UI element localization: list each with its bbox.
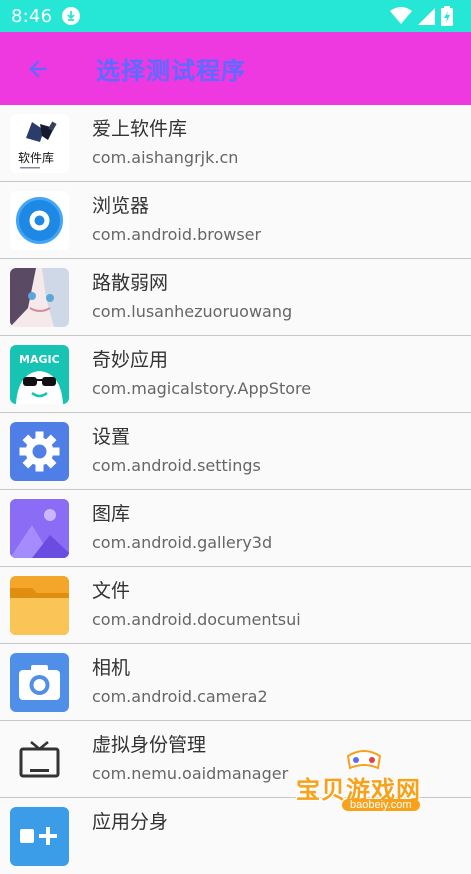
gallery-icon [10,499,69,558]
download-icon [62,7,81,25]
app-name: 应用分身 [92,811,169,833]
aishang-icon-label: 软件库 [18,150,54,165]
gamepad-icon [346,750,382,770]
app-package: com.nemu.oaidmanager [92,764,289,783]
browser-icon [10,191,69,250]
status-time: 8:46 [11,5,53,27]
tv-icon [10,730,69,789]
app-name: 相机 [92,657,131,679]
magic-icon: MAGIC [10,345,69,404]
anime-avatar-icon [10,268,69,327]
wifi-icon [390,7,412,29]
list-item[interactable]: 图库 com.android.gallery3d [0,490,471,567]
app-name: 虚拟身份管理 [92,734,207,756]
app-package: com.android.gallery3d [92,533,273,552]
settings-gear-icon [10,422,69,481]
app-name: 浏览器 [92,195,150,217]
list-item[interactable]: 路散弱网 com.lusanhezuoruowang [0,259,471,336]
arrow-back-icon [29,59,47,78]
list-item[interactable]: 设置 com.android.settings [0,413,471,490]
folder-icon [10,576,69,635]
app-package: com.aishangrjk.cn [92,148,239,167]
app-package: com.android.camera2 [92,687,268,706]
battery-icon [441,6,453,30]
app-package: com.lusanhezuoruowang [92,302,293,321]
status-bar: 8:46 [0,0,471,32]
app-name: 文件 [92,580,131,602]
app-name: 图库 [92,503,131,525]
back-button[interactable] [14,45,62,93]
page-title: 选择测试程序 [96,57,246,85]
app-package: com.android.documentsui [92,610,301,629]
list-item[interactable]: 文件 com.android.documentsui [0,567,471,644]
aishang-icon: 软件库 [10,114,69,173]
camera-icon [10,653,69,712]
list-item[interactable]: 浏览器 com.android.browser [0,182,471,259]
list-item[interactable]: 软件库 爱上软件库 com.aishangrjk.cn [0,105,471,182]
app-name: 奇妙应用 [92,349,169,371]
watermark-url: baobeiy.com [342,799,420,811]
list-item[interactable]: MAGIC 奇妙应用 com.magicalstory.AppStore [0,336,471,413]
app-bar: 选择测试程序 [0,32,471,105]
app-name: 路散弱网 [92,272,169,294]
app-name: 爱上软件库 [92,118,188,140]
app-package: com.magicalstory.AppStore [92,379,312,398]
list-item[interactable]: 相机 com.android.camera2 [0,644,471,721]
app-package: com.android.settings [92,456,261,475]
magic-icon-label: MAGIC [19,353,60,366]
watermark-logo: 宝贝游戏网 baobeiy.com [296,748,436,820]
app-name: 设置 [92,426,131,448]
signal-icon [418,7,435,29]
app-package: com.android.browser [92,225,262,244]
